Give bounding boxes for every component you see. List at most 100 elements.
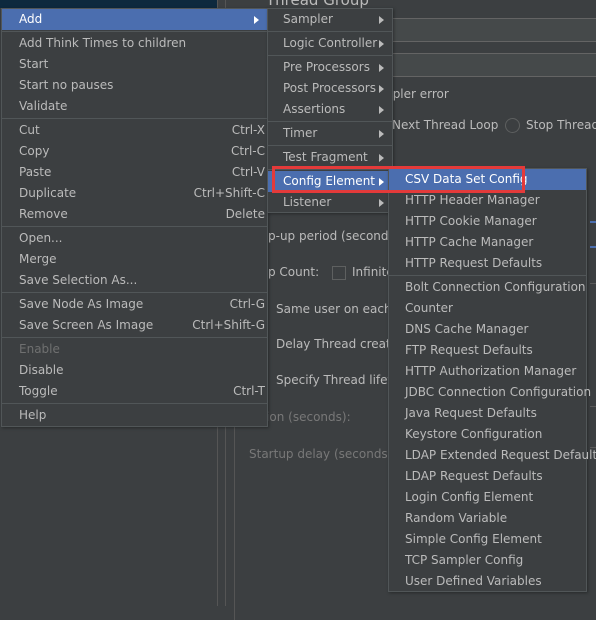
menu-item-simple-config-element[interactable]: Simple Config Element (389, 529, 586, 550)
menu-item-label: FTP Request Defaults (405, 343, 533, 357)
menu-separator (268, 31, 392, 32)
tree-selected-row[interactable] (0, 0, 217, 8)
field-edge (590, 221, 596, 223)
menu-item-label: Enable (19, 342, 60, 356)
menu-item-label: Duplicate (19, 186, 77, 200)
menu-item-save-screen-as-image[interactable]: Save Screen As Image Ctrl+Shift-G (2, 315, 267, 336)
menu-item-label: Save Selection As... (19, 273, 138, 287)
menu-item-label: Login Config Element (405, 490, 534, 504)
menu-item-post-processors[interactable]: Post Processors (268, 78, 392, 99)
menu-item-timer[interactable]: Timer (268, 123, 392, 144)
menu-item-ldap-extended-request-defaults[interactable]: LDAP Extended Request Defaults (389, 445, 596, 466)
shortcut-label: Ctrl+Shift-G (192, 318, 265, 332)
menu-item-test-fragment[interactable]: Test Fragment (268, 147, 392, 168)
menu-item-start[interactable]: Start (2, 54, 267, 75)
menu-item-remove[interactable]: Remove Delete (2, 204, 267, 225)
submenu-arrow-icon (379, 85, 384, 93)
menu-item-listener[interactable]: Listener (268, 192, 392, 213)
menu-item-config-element[interactable]: Config Element (268, 171, 392, 192)
menu-item-ftp-request-defaults[interactable]: FTP Request Defaults (389, 340, 586, 361)
menu-item-label: Simple Config Element (405, 532, 542, 546)
menu-separator (268, 145, 392, 146)
menu-item-http-cache-manager[interactable]: HTTP Cache Manager (389, 232, 586, 253)
menu-item-label: Disable (19, 363, 64, 377)
menu-separator (2, 403, 267, 404)
menu-item-label: Cut (19, 123, 40, 137)
field-edge (590, 246, 596, 248)
menu-item-label: User Defined Variables (405, 574, 542, 588)
menu-separator (2, 292, 267, 293)
menu-item-http-cookie-manager[interactable]: HTTP Cookie Manager (389, 211, 586, 232)
menu-separator (2, 118, 267, 119)
menu-item-label: Counter (405, 301, 453, 315)
menu-item-label: Assertions (283, 102, 346, 116)
menu-item-cut[interactable]: Cut Ctrl-X (2, 120, 267, 141)
menu-item-label: Java Request Defaults (405, 406, 537, 420)
menu-item-add[interactable]: Add (2, 9, 267, 30)
menu-item-label: Listener (283, 195, 332, 209)
submenu-arrow-icon (379, 178, 384, 186)
menu-separator (2, 337, 267, 338)
menu-item-merge[interactable]: Merge (2, 249, 267, 270)
submenu-arrow-icon (379, 154, 384, 162)
menu-item-keystore-configuration[interactable]: Keystore Configuration (389, 424, 586, 445)
menu-item-open[interactable]: Open... (2, 228, 267, 249)
menu-item-ldap-request-defaults[interactable]: LDAP Request Defaults (389, 466, 586, 487)
shortcut-label: Ctrl-T (233, 384, 265, 398)
menu-item-label: Save Screen As Image (19, 318, 154, 332)
menu-item-save-selection-as[interactable]: Save Selection As... (2, 270, 267, 291)
menu-item-tcp-sampler-config[interactable]: TCP Sampler Config (389, 550, 586, 571)
menu-item-assertions[interactable]: Assertions (268, 99, 392, 120)
shortcut-label: Ctrl+Shift-C (193, 186, 265, 200)
menu-item-start-no-pauses[interactable]: Start no pauses (2, 75, 267, 96)
menu-item-http-authorization-manager[interactable]: HTTP Authorization Manager (389, 361, 586, 382)
loop-count-label: p Count: (268, 265, 320, 279)
menu-item-help[interactable]: Help (2, 405, 267, 426)
menu-item-enable: Enable (2, 339, 267, 360)
shortcut-label: Delete (225, 207, 265, 221)
menu-item-java-request-defaults[interactable]: Java Request Defaults (389, 403, 586, 424)
menu-item-paste[interactable]: Paste Ctrl-V (2, 162, 267, 183)
menu-item-copy[interactable]: Copy Ctrl-C (2, 141, 267, 162)
menu-item-disable[interactable]: Disable (2, 360, 267, 381)
divider (590, 283, 596, 284)
menu-item-login-config-element[interactable]: Login Config Element (389, 487, 586, 508)
menu-item-http-header-manager[interactable]: HTTP Header Manager (389, 190, 586, 211)
infinite-checkbox[interactable] (332, 266, 346, 280)
menu-separator (268, 55, 392, 56)
menu-item-csv-data-set-config[interactable]: CSV Data Set Config (389, 169, 586, 190)
submenu-arrow-icon (379, 106, 384, 114)
menu-item-label: LDAP Extended Request Defaults (405, 448, 596, 462)
menu-item-logic-controller[interactable]: Logic Controller (268, 33, 392, 54)
menu-item-label: Add Think Times to children (19, 36, 187, 50)
menu-item-counter[interactable]: Counter (389, 298, 586, 319)
menu-item-dns-cache-manager[interactable]: DNS Cache Manager (389, 319, 586, 340)
menu-item-label: HTTP Cache Manager (405, 235, 534, 249)
menu-item-add-think-times-to-children[interactable]: Add Think Times to children (2, 33, 267, 54)
menu-item-jdbc-connection-configuration[interactable]: JDBC Connection Configuration (389, 382, 591, 403)
menu-item-duplicate[interactable]: Duplicate Ctrl+Shift-C (2, 183, 267, 204)
shortcut-label: Ctrl-G (229, 297, 265, 311)
menu-separator (389, 275, 586, 276)
menu-item-label: CSV Data Set Config (405, 172, 528, 186)
menu-item-label: Toggle (19, 384, 58, 398)
menu-item-label: Paste (19, 165, 52, 179)
menu-item-label: HTTP Cookie Manager (405, 214, 537, 228)
submenu-arrow-icon (254, 16, 259, 24)
menu-item-bolt-connection-configuration[interactable]: Bolt Connection Configuration (389, 277, 586, 298)
menu-item-validate[interactable]: Validate (2, 96, 267, 117)
menu-item-label: Config Element (283, 174, 375, 188)
menu-item-pre-processors[interactable]: Pre Processors (268, 57, 392, 78)
menu-item-label: Help (19, 408, 47, 422)
menu-item-user-defined-variables[interactable]: User Defined Variables (389, 571, 586, 592)
menu-item-sampler[interactable]: Sampler (268, 9, 392, 30)
menu-item-label: HTTP Request Defaults (405, 256, 543, 270)
menu-item-label: TCP Sampler Config (405, 553, 524, 567)
rampup-label: p-up period (seconds): (268, 229, 404, 243)
menu-item-save-node-as-image[interactable]: Save Node As Image Ctrl-G (2, 294, 267, 315)
menu-item-random-variable[interactable]: Random Variable (389, 508, 586, 529)
menu-item-label: Merge (19, 252, 57, 266)
stop-thread-radio[interactable] (505, 118, 520, 133)
menu-item-toggle[interactable]: Toggle Ctrl-T (2, 381, 267, 402)
menu-item-http-request-defaults[interactable]: HTTP Request Defaults (389, 253, 586, 274)
